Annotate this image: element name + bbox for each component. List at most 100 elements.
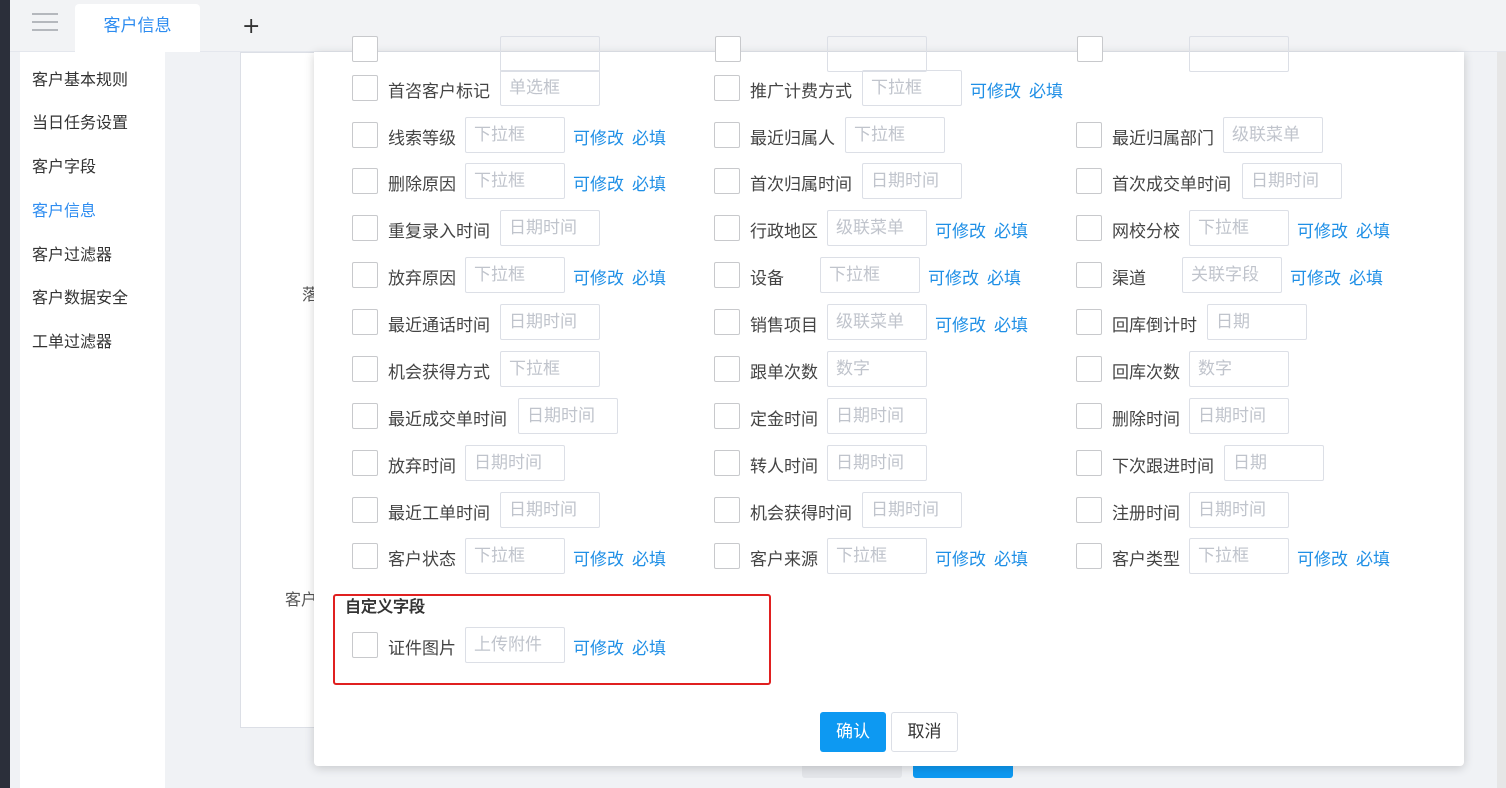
field-input[interactable]: 下拉框 xyxy=(862,70,962,106)
required-link[interactable]: 必填 xyxy=(987,264,1021,289)
editable-link[interactable]: 可修改 xyxy=(573,264,624,289)
field-checkbox[interactable] xyxy=(714,403,740,429)
field-checkbox[interactable] xyxy=(1076,122,1102,148)
field-input[interactable]: 下拉框 xyxy=(1189,538,1289,574)
field-input[interactable]: 日期时间 xyxy=(500,210,600,246)
sidebar-item-data-security[interactable]: 客户数据安全 xyxy=(32,284,128,308)
field-checkbox[interactable] xyxy=(1076,497,1102,523)
field-input[interactable]: 下拉框 xyxy=(465,117,565,153)
required-link[interactable]: 必填 xyxy=(1029,77,1063,102)
editable-link[interactable]: 可修改 xyxy=(573,170,624,195)
field-input[interactable]: 日期时间 xyxy=(500,304,600,340)
field-checkbox[interactable] xyxy=(352,403,378,429)
field-checkbox[interactable] xyxy=(352,356,378,382)
sidebar-item-basic-rules[interactable]: 客户基本规则 xyxy=(32,66,128,90)
field-input[interactable]: 下拉框 xyxy=(465,538,565,574)
editable-link[interactable]: 可修改 xyxy=(1297,217,1348,242)
field-input[interactable]: 下拉框 xyxy=(827,538,927,574)
field-input[interactable]: 关联字段 xyxy=(1182,257,1282,293)
field-input[interactable]: 下拉框 xyxy=(820,257,920,293)
confirm-button[interactable]: 确认 xyxy=(820,712,886,752)
menu-toggle-icon[interactable] xyxy=(32,13,58,35)
field-input[interactable]: 级联菜单 xyxy=(827,210,927,246)
field-checkbox[interactable] xyxy=(1076,215,1102,241)
required-link[interactable]: 必填 xyxy=(632,124,666,149)
field-checkbox[interactable] xyxy=(714,309,740,335)
field-input[interactable]: 日期 xyxy=(1207,304,1307,340)
required-link[interactable]: 必填 xyxy=(1356,545,1390,570)
page-scrollbar[interactable] xyxy=(1497,52,1506,788)
cancel-button[interactable]: 取消 xyxy=(891,712,958,752)
required-link[interactable]: 必填 xyxy=(1349,264,1383,289)
field-checkbox[interactable] xyxy=(352,632,378,658)
field-input[interactable]: 日期时间 xyxy=(827,445,927,481)
required-link[interactable]: 必填 xyxy=(994,217,1028,242)
field-input[interactable]: 下拉框 xyxy=(1189,210,1289,246)
field-input[interactable]: 日期时间 xyxy=(827,398,927,434)
field-input[interactable]: 单选框 xyxy=(500,70,600,106)
field-checkbox[interactable] xyxy=(1077,36,1103,62)
required-link[interactable]: 必填 xyxy=(632,264,666,289)
field-input[interactable]: 级联菜单 xyxy=(1223,117,1323,153)
field-checkbox[interactable] xyxy=(714,262,740,288)
tab-customer-info[interactable]: 客户信息 xyxy=(75,4,200,52)
field-input[interactable]: 日期时间 xyxy=(465,445,565,481)
field-input[interactable]: 日期时间 xyxy=(862,492,962,528)
add-tab-button[interactable]: + xyxy=(242,16,260,38)
editable-link[interactable]: 可修改 xyxy=(573,634,624,659)
field-checkbox[interactable] xyxy=(352,215,378,241)
field-input[interactable]: 下拉框 xyxy=(465,163,565,199)
field-input[interactable]: 日期 xyxy=(1224,445,1324,481)
required-link[interactable]: 必填 xyxy=(632,545,666,570)
field-input[interactable]: 日期时间 xyxy=(500,492,600,528)
field-checkbox[interactable] xyxy=(352,497,378,523)
field-input[interactable]: 下拉框 xyxy=(465,257,565,293)
field-checkbox[interactable] xyxy=(1076,356,1102,382)
sidebar-item-daily-task[interactable]: 当日任务设置 xyxy=(32,109,128,133)
field-checkbox[interactable] xyxy=(352,36,378,62)
field-input[interactable]: 上传附件 xyxy=(465,627,565,663)
field-checkbox[interactable] xyxy=(714,356,740,382)
field-checkbox[interactable] xyxy=(352,168,378,194)
editable-link[interactable]: 可修改 xyxy=(1297,545,1348,570)
field-input[interactable]: 日期时间 xyxy=(1242,163,1342,199)
field-checkbox[interactable] xyxy=(352,122,378,148)
field-checkbox[interactable] xyxy=(714,75,740,101)
required-link[interactable]: 必填 xyxy=(1356,217,1390,242)
sidebar-item-customer-filter[interactable]: 客户过滤器 xyxy=(32,241,112,265)
editable-link[interactable]: 可修改 xyxy=(935,217,986,242)
editable-link[interactable]: 可修改 xyxy=(928,264,979,289)
field-input[interactable] xyxy=(500,36,600,72)
field-checkbox[interactable] xyxy=(352,75,378,101)
field-checkbox[interactable] xyxy=(1076,543,1102,569)
editable-link[interactable]: 可修改 xyxy=(573,124,624,149)
field-checkbox[interactable] xyxy=(714,168,740,194)
sidebar-item-customer-info[interactable]: 客户信息 xyxy=(32,197,96,221)
field-checkbox[interactable] xyxy=(714,215,740,241)
required-link[interactable]: 必填 xyxy=(994,545,1028,570)
field-checkbox[interactable] xyxy=(352,543,378,569)
field-input[interactable]: 下拉框 xyxy=(500,351,600,387)
field-input[interactable] xyxy=(827,36,927,72)
field-input[interactable]: 数字 xyxy=(827,351,927,387)
required-link[interactable]: 必填 xyxy=(994,311,1028,336)
field-checkbox[interactable] xyxy=(1076,168,1102,194)
field-input[interactable]: 日期时间 xyxy=(518,398,618,434)
editable-link[interactable]: 可修改 xyxy=(970,77,1021,102)
required-link[interactable]: 必填 xyxy=(632,170,666,195)
field-input[interactable]: 日期时间 xyxy=(1189,492,1289,528)
field-checkbox[interactable] xyxy=(714,543,740,569)
field-input[interactable]: 数字 xyxy=(1189,351,1289,387)
field-checkbox[interactable] xyxy=(714,450,740,476)
field-checkbox[interactable] xyxy=(352,262,378,288)
field-checkbox[interactable] xyxy=(352,450,378,476)
sidebar-item-ticket-filter[interactable]: 工单过滤器 xyxy=(32,328,112,352)
editable-link[interactable]: 可修改 xyxy=(935,545,986,570)
field-checkbox[interactable] xyxy=(714,497,740,523)
editable-link[interactable]: 可修改 xyxy=(1290,264,1341,289)
field-checkbox[interactable] xyxy=(714,122,740,148)
field-checkbox[interactable] xyxy=(352,309,378,335)
sidebar-item-customer-fields[interactable]: 客户字段 xyxy=(32,153,96,177)
field-checkbox[interactable] xyxy=(1076,403,1102,429)
editable-link[interactable]: 可修改 xyxy=(935,311,986,336)
